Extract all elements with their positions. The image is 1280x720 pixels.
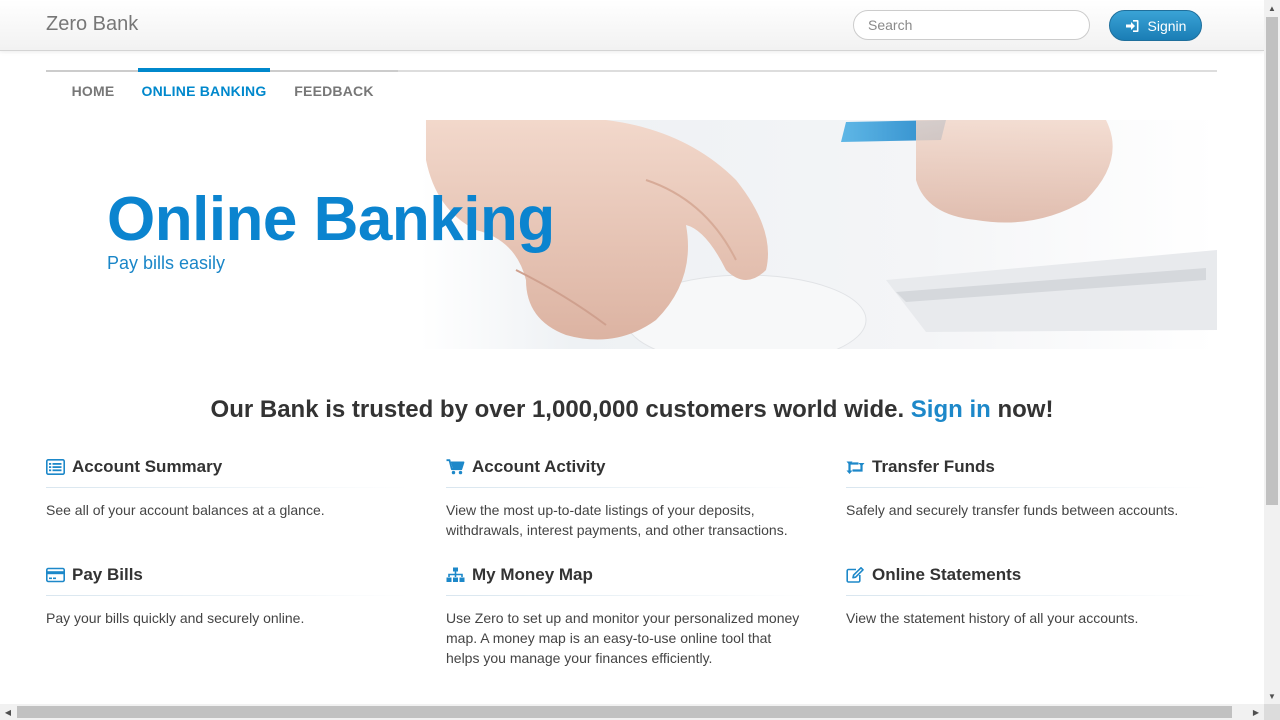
sign-in-link[interactable]: Sign in (911, 396, 991, 423)
horizontal-scroll-thumb[interactable] (17, 706, 1232, 718)
feature-divider (446, 487, 808, 488)
brand-logo[interactable]: Zero Bank (46, 13, 138, 36)
cart-icon (446, 459, 465, 475)
vertical-scroll-thumb[interactable] (1266, 17, 1278, 505)
search-input[interactable] (853, 10, 1090, 40)
feature-online-statements: Online Statements View the statement his… (846, 563, 1208, 628)
feature-divider (846, 487, 1208, 488)
sign-in-icon (1125, 19, 1139, 32)
hero-banner: Online Banking Pay bills easily (46, 120, 1217, 349)
feature-title: Online Statements (872, 565, 1022, 584)
vertical-scrollbar[interactable]: ▲ ▼ (1264, 0, 1280, 704)
feature-divider (446, 595, 808, 596)
trust-suffix: now! (997, 396, 1054, 423)
sitemap-icon (446, 567, 465, 582)
feature-divider (46, 487, 408, 488)
feature-title: Pay Bills (72, 565, 143, 584)
hero-title: Online Banking (107, 185, 555, 254)
feature-account-summary: Account Summary See all of your account … (46, 455, 408, 520)
scroll-left-icon[interactable]: ◀ (0, 704, 16, 720)
top-navbar: Zero Bank Signin (0, 0, 1264, 51)
feature-my-money-map: My Money Map Use Zero to set up and moni… (446, 563, 808, 668)
retweet-icon (846, 461, 865, 474)
signin-button[interactable]: Signin (1109, 10, 1202, 41)
feature-pay-bills: Pay Bills Pay your bills quickly and sec… (46, 563, 408, 628)
feature-description: See all of your account balances at a gl… (46, 502, 325, 518)
horizontal-scrollbar[interactable]: ◀ ▶ (0, 704, 1264, 720)
feature-description: View the statement history of all your a… (846, 610, 1139, 626)
scroll-up-icon[interactable]: ▲ (1264, 0, 1280, 16)
credit-card-icon (46, 567, 65, 583)
signin-label: Signin (1147, 17, 1187, 34)
scrollbar-corner (1264, 704, 1280, 720)
feature-divider (846, 595, 1208, 596)
feature-account-activity: Account Activity View the most up-to-dat… (446, 455, 808, 540)
feature-title: Account Summary (72, 457, 223, 476)
list-icon (46, 459, 65, 475)
edit-icon (846, 567, 864, 583)
feature-description: Pay your bills quickly and securely onli… (46, 610, 305, 626)
tab-online-banking[interactable]: ONLINE BANKING (138, 68, 270, 110)
feature-title: My Money Map (472, 565, 593, 584)
feature-title: Account Activity (472, 457, 606, 476)
feature-divider (46, 595, 408, 596)
feature-description: Use Zero to set up and monitor your pers… (446, 610, 800, 666)
tab-feedback[interactable]: FEEDBACK (270, 70, 398, 110)
scroll-right-icon[interactable]: ▶ (1248, 704, 1264, 720)
trust-text: Our Bank is trusted by over 1,000,000 cu… (210, 396, 905, 423)
feature-transfer-funds: Transfer Funds Safely and securely trans… (846, 455, 1208, 520)
feature-description: View the most up-to-date listings of you… (446, 502, 788, 538)
scroll-down-icon[interactable]: ▼ (1264, 688, 1280, 704)
feature-title: Transfer Funds (872, 457, 995, 476)
feature-description: Safely and securely transfer funds betwe… (846, 502, 1179, 518)
trust-message: Our Bank is trusted by over 1,000,000 cu… (0, 396, 1264, 424)
hero-subtitle: Pay bills easily (107, 253, 226, 273)
tab-home[interactable]: HOME (46, 70, 140, 110)
